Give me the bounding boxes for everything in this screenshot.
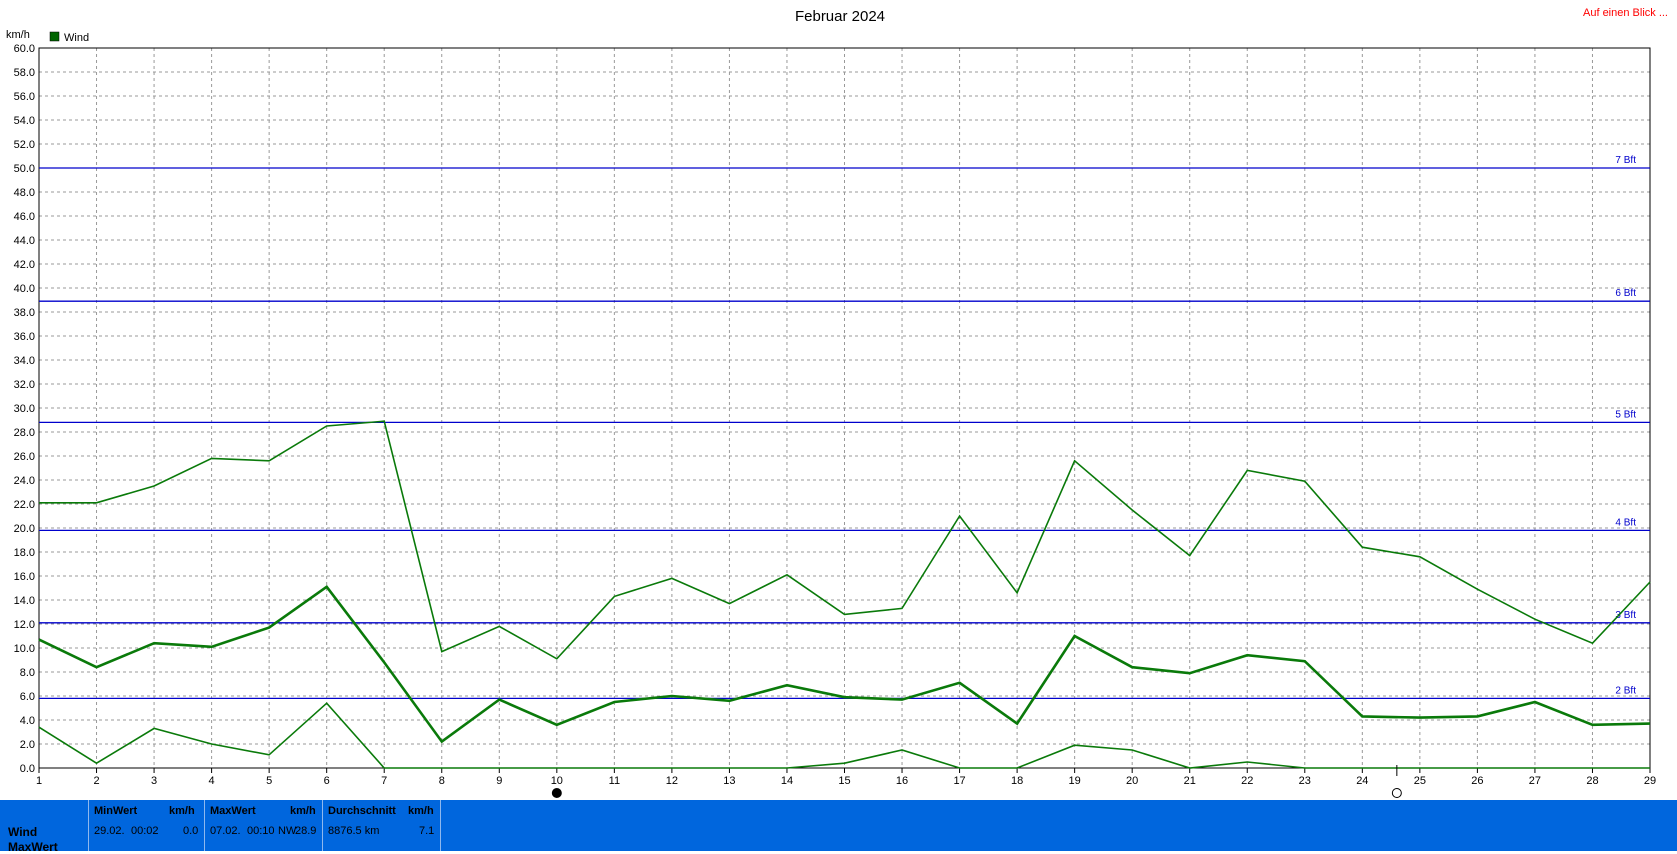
x-tick-label: 10 (551, 775, 563, 787)
y-tick-label: 56.0 (14, 91, 35, 103)
beaufort-label: 7 Bft (1615, 155, 1636, 166)
y-tick-label: 32.0 (14, 379, 35, 391)
x-tick-label: 23 (1299, 775, 1311, 787)
x-tick-label: 21 (1184, 775, 1196, 787)
y-tick-label: 2.0 (20, 739, 35, 751)
x-tick-label: 19 (1069, 775, 1081, 787)
series-line-avg (38, 585, 1651, 744)
summary-avg-column: Durchschnitt km/h 8876.5 km 7.1 (323, 800, 441, 851)
y-tick-label: 26.0 (14, 451, 35, 463)
x-tick-label: 4 (209, 775, 215, 787)
max-value: 28.9 (295, 825, 317, 837)
y-tick-label: 42.0 (14, 259, 35, 271)
beaufort-label: 5 Bft (1615, 409, 1636, 420)
min-time: 00:02 (131, 825, 159, 837)
x-tick-label: 3 (151, 775, 157, 787)
x-tick-label: 29 (1644, 775, 1656, 787)
full-moon-icon (1391, 788, 1402, 798)
y-tick-label: 12.0 (14, 619, 35, 631)
min-value: 0.0 (183, 825, 199, 837)
max-header: MaxWert (210, 805, 256, 817)
summary-max-column: MaxWert km/h 07.02. 00:10 NW 28.9 (205, 800, 323, 851)
y-unit-label: km/h (6, 29, 30, 41)
x-tick-label: 27 (1529, 775, 1541, 787)
x-tick-label: 26 (1471, 775, 1483, 787)
beaufort-label: 2 Bft (1615, 685, 1636, 696)
y-tick-label: 16.0 (14, 571, 35, 583)
chart-title: Februar 2024 (795, 8, 885, 25)
x-tick-label: 16 (896, 775, 908, 787)
summary-bar: Wind MaxWert MinWert km/h 29.02. 00:02 0… (0, 800, 1677, 854)
y-tick-label: 58.0 (14, 67, 35, 79)
legend-swatch (49, 31, 60, 42)
y-tick-label: 4.0 (20, 715, 35, 727)
x-tick-label: 12 (666, 775, 678, 787)
y-tick-label: 18.0 (14, 547, 35, 559)
y-tick-label: 36.0 (14, 331, 35, 343)
y-tick-label: 40.0 (14, 283, 35, 295)
avg-distance: 8876.5 km (328, 825, 380, 837)
min-date: 29.02. (94, 825, 125, 837)
y-tick-label: 28.0 (14, 427, 35, 439)
y-tick-label: 48.0 (14, 187, 35, 199)
x-tick-label: 15 (838, 775, 850, 787)
y-tick-label: 50.0 (14, 163, 35, 175)
beaufort-label: 4 Bft (1615, 517, 1636, 528)
summary-min-column: MinWert km/h 29.02. 00:02 0.0 (89, 800, 205, 851)
x-tick-label: 17 (953, 775, 965, 787)
x-tick-label: 5 (266, 775, 272, 787)
y-tick-label: 14.0 (14, 595, 35, 607)
x-tick-label: 8 (439, 775, 445, 787)
avg-value: 7.1 (419, 825, 435, 837)
y-tick-label: 52.0 (14, 139, 35, 151)
summary-label-column (0, 800, 89, 851)
y-tick-label: 24.0 (14, 475, 35, 487)
y-tick-label: 22.0 (14, 499, 35, 511)
y-tick-label: 54.0 (14, 115, 35, 127)
y-tick-label: 6.0 (20, 691, 35, 703)
y-tick-label: 10.0 (14, 643, 35, 655)
x-tick-label: 7 (381, 775, 387, 787)
x-tick-label: 9 (496, 775, 502, 787)
y-tick-label: 38.0 (14, 307, 35, 319)
x-tick-label: 1 (36, 775, 42, 787)
max-direction: NW (278, 825, 297, 837)
y-tick-label: 20.0 (14, 523, 35, 535)
overview-link[interactable]: Auf einen Blick ... (1583, 7, 1668, 19)
max-date: 07.02. (210, 825, 241, 837)
x-tick-label: 20 (1126, 775, 1138, 787)
x-tick-label: 22 (1241, 775, 1253, 787)
wind-chart: Februar 2024 Auf einen Blick ... km/h Wi… (6, 7, 1668, 798)
x-tick-label: 28 (1586, 775, 1598, 787)
x-tick-label: 18 (1011, 775, 1023, 787)
y-tick-label: 8.0 (20, 667, 35, 679)
y-tick-label: 0.0 (20, 763, 35, 775)
x-tick-label: 2 (93, 775, 99, 787)
x-tick-label: 24 (1356, 775, 1368, 787)
y-tick-label: 30.0 (14, 403, 35, 415)
beaufort-label: 6 Bft (1615, 288, 1636, 299)
x-tick-label: 11 (609, 775, 620, 787)
max-unit: km/h (290, 805, 316, 817)
x-tick-label: 6 (324, 775, 330, 787)
x-tick-label: 13 (723, 775, 735, 787)
avg-header: Durchschnitt (328, 805, 396, 817)
legend-label: Wind (64, 32, 89, 44)
x-tick-label: 25 (1414, 775, 1426, 787)
min-unit: km/h (169, 805, 195, 817)
avg-unit: km/h (408, 805, 434, 817)
max-time: 00:10 (247, 825, 275, 837)
y-tick-label: 44.0 (14, 235, 35, 247)
min-header: MinWert (94, 805, 138, 817)
y-tick-label: 34.0 (14, 355, 35, 367)
y-tick-label: 60.0 (14, 43, 35, 55)
x-tick-label: 14 (781, 775, 793, 787)
y-tick-label: 46.0 (14, 211, 35, 223)
new-moon-icon (551, 788, 562, 798)
